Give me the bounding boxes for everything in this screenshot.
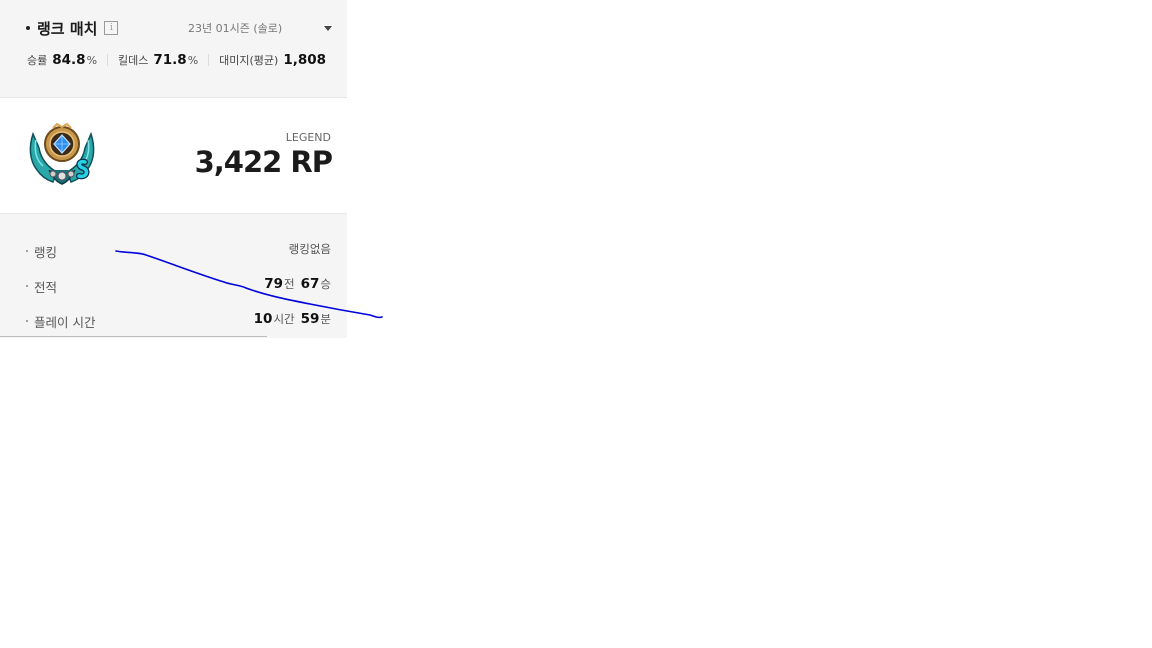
title-bullet [26, 26, 30, 30]
playtime-minutes: 59 [300, 311, 320, 327]
ranking-value: 랭킹없음 [289, 241, 331, 261]
record-label: 전적 [26, 276, 57, 296]
rank-details: 랭킹 랭킹없음 전적 79 전 67 승 플레이 시간 10 시간 59 분 [0, 213, 347, 338]
playtime-hours: 10 [253, 311, 273, 327]
page-title: 랭크 매치 [37, 19, 98, 38]
damage-value: 1,808 [283, 52, 327, 68]
stat-killdeath: 킬데스 71.8 % [118, 52, 198, 68]
stats-row: 승률 84.8 % 킬데스 71.8 % 대미지(평균) 1,808 [27, 51, 326, 69]
winrate-unit: % [86, 54, 98, 67]
record-games-unit: 전 [284, 277, 295, 291]
tier-rp: 3,422 RP [194, 145, 333, 179]
title-row: 랭크 매치 i [26, 18, 119, 38]
record-games: 79 [264, 276, 284, 292]
stat-winrate: 승률 84.8 % [27, 52, 97, 68]
detail-row-record: 전적 79 전 67 승 [0, 276, 347, 296]
kd-label: 킬데스 [118, 54, 149, 67]
ranking-label-text: 랭킹 [34, 244, 58, 260]
stat-divider [208, 54, 210, 66]
tier-section: LEGEND 3,422 RP [0, 98, 347, 213]
detail-row-ranking: 랭킹 랭킹없음 [0, 241, 347, 261]
detail-row-playtime: 플레이 시간 10 시간 59 분 [0, 311, 347, 331]
list-bullet [26, 320, 28, 322]
record-label-text: 전적 [34, 279, 58, 295]
kd-unit: % [187, 54, 199, 67]
chevron-down-icon [324, 25, 332, 31]
record-wins-unit: 승 [320, 277, 331, 291]
playtime-minutes-unit: 분 [320, 312, 331, 326]
season-select[interactable]: 23년 01시즌 (솔로) [188, 19, 334, 37]
stat-divider [107, 54, 109, 66]
kd-value: 71.8 [153, 52, 187, 68]
stat-damage: 대미지(평균) 1,808 [219, 52, 326, 68]
playtime-hours-unit: 시간 [273, 312, 295, 326]
bottom-divider [0, 336, 267, 337]
tier-name: LEGEND [285, 131, 331, 144]
season-select-value: 23년 01시즌 (솔로) [188, 22, 283, 35]
list-bullet [26, 285, 28, 287]
playtime-label-text: 플레이 시간 [34, 314, 96, 330]
playtime-label: 플레이 시간 [26, 311, 95, 331]
ranking-label: 랭킹 [26, 241, 57, 261]
playtime-value: 10 시간 59 분 [254, 311, 331, 331]
record-wins: 67 [300, 276, 320, 292]
record-value: 79 전 67 승 [264, 276, 331, 296]
rank-match-panel: 랭크 매치 i 23년 01시즌 (솔로) 승률 84.8 % 킬데스 71.8… [0, 0, 347, 338]
rank-header: 랭크 매치 i 23년 01시즌 (솔로) 승률 84.8 % 킬데스 71.8… [0, 0, 347, 98]
winrate-value: 84.8 [52, 52, 86, 68]
damage-label: 대미지(평균) [219, 54, 279, 67]
winrate-label: 승률 [27, 54, 48, 67]
list-bullet [26, 250, 28, 252]
info-icon[interactable]: i [104, 21, 119, 35]
legend-tier-emblem-icon [29, 122, 95, 185]
ranking-value-text: 랭킹없음 [288, 242, 331, 256]
